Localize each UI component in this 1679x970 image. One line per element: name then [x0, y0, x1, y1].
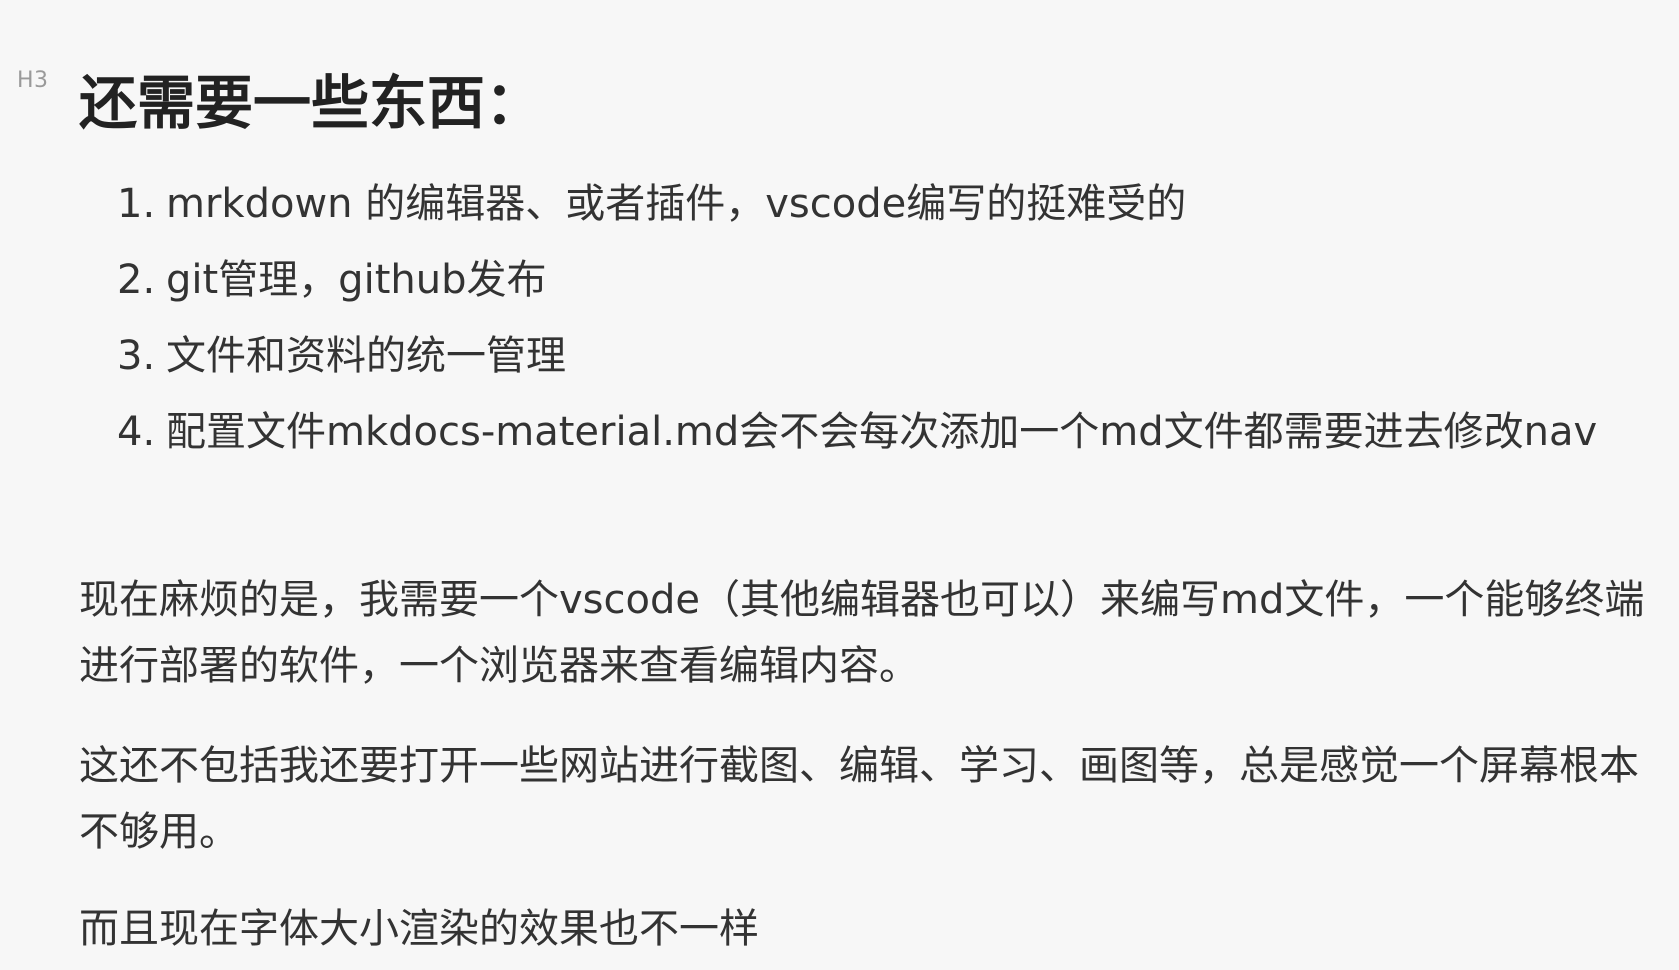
list-item[interactable]: 2. git管理，github发布	[117, 248, 1637, 312]
list-item[interactable]: 3. 文件和资料的统一管理	[117, 324, 1637, 388]
list-item-number: 3.	[117, 333, 156, 379]
paragraph[interactable]: 而且现在字体大小渲染的效果也不一样	[79, 896, 1649, 962]
paragraph[interactable]: 现在麻烦的是，我需要一个vscode（其他编辑器也可以）来编写md文件，一个能够…	[79, 567, 1649, 699]
ordered-list: 1. mrkdown 的编辑器、或者插件，vscode编写的挺难受的 2. gi…	[117, 172, 1637, 476]
list-item[interactable]: 4. 配置文件mkdocs-material.md会不会每次添加一个md文件都需…	[117, 400, 1637, 464]
list-item-number: 1.	[117, 181, 156, 227]
heading-block: H3 还需要一些东西：	[0, 58, 1679, 158]
list-item-text: mrkdown 的编辑器、或者插件，vscode编写的挺难受的	[166, 181, 1187, 227]
list-item-text: git管理，github发布	[166, 257, 547, 303]
list-item-text: 文件和资料的统一管理	[166, 333, 566, 379]
paragraph[interactable]: 这还不包括我还要打开一些网站进行截图、编辑、学习、画图等，总是感觉一个屏幕根本不…	[79, 733, 1649, 865]
markdown-editor-content[interactable]: H3 还需要一些东西： 1. mrkdown 的编辑器、或者插件，vscode编…	[0, 0, 1679, 970]
heading-level-marker: H3	[17, 68, 49, 93]
list-item[interactable]: 1. mrkdown 的编辑器、或者插件，vscode编写的挺难受的	[117, 172, 1637, 236]
list-item-text: 配置文件mkdocs-material.md会不会每次添加一个md文件都需要进去…	[166, 409, 1598, 455]
list-item-number: 4.	[117, 409, 156, 455]
section-heading[interactable]: 还需要一些东西：	[79, 58, 543, 148]
list-item-number: 2.	[117, 257, 156, 303]
